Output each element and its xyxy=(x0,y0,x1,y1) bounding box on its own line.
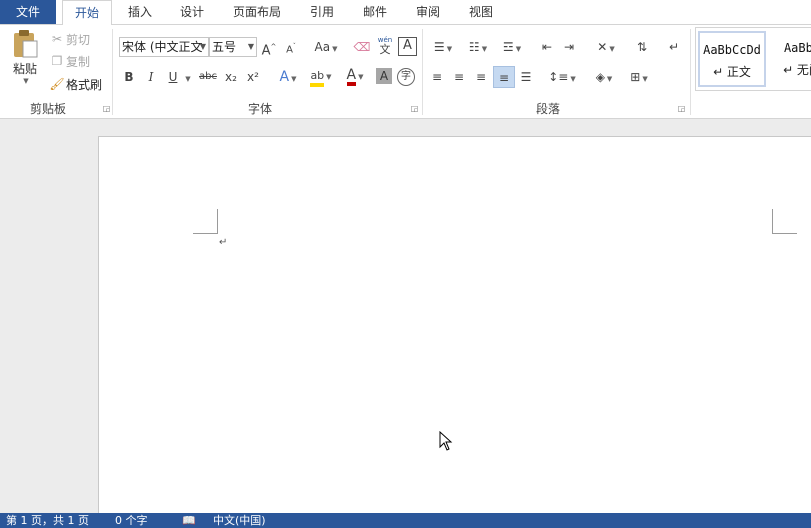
chinese-layout-icon[interactable]: ✕ ▼ xyxy=(590,37,622,57)
char-border-button[interactable]: A xyxy=(398,37,417,56)
paintbrush-icon: 🖌 xyxy=(49,77,65,91)
format-painter-button[interactable]: 🖌 格式刷 xyxy=(48,73,102,95)
style-normal[interactable]: AaBbCcDd ↵ 正文 xyxy=(698,31,766,87)
chevron-down-icon[interactable]: ▼ xyxy=(200,38,206,56)
phonetic-guide-button[interactable]: wén 文 xyxy=(375,35,395,59)
shrink-font-icon[interactable]: Aˇ xyxy=(282,37,300,57)
underline-button[interactable]: U xyxy=(165,67,181,87)
status-bar: 第 1 页，共 1 页 0 个字 📖 中文(中国) xyxy=(0,513,811,528)
paragraph-mark: ↵ xyxy=(219,237,228,248)
numbering-icon[interactable]: ☷ ▼ xyxy=(463,37,493,57)
page-count-status[interactable]: 第 1 页，共 1 页 xyxy=(6,513,89,528)
shading-icon[interactable]: ◈ ▼ xyxy=(588,67,620,87)
group-divider xyxy=(112,29,113,115)
bold-button[interactable]: B xyxy=(121,67,137,87)
superscript-button[interactable]: x² xyxy=(244,67,262,87)
phonetic-bottom: 文 xyxy=(379,43,391,56)
text-effects-icon[interactable]: A ▼ xyxy=(275,67,301,87)
change-case-button[interactable]: Aa ▼ xyxy=(310,37,342,57)
bullets-icon[interactable]: ☰ ▼ xyxy=(428,37,458,57)
clipboard-group-label: 剪贴板 xyxy=(29,102,66,116)
line-spacing-icon[interactable]: ↕≡ ▼ xyxy=(546,67,578,87)
mouse-pointer-icon xyxy=(439,431,453,451)
tab-page-layout[interactable]: 页面布局 xyxy=(222,0,292,24)
tab-review[interactable]: 审阅 xyxy=(406,0,450,24)
justify-icon[interactable]: ≡ xyxy=(493,66,515,88)
font-size-value: 五号 xyxy=(212,40,237,54)
clipboard-launcher-icon[interactable]: ◲ xyxy=(102,104,111,113)
highlight-color-button[interactable]: ab ▼ xyxy=(307,65,335,87)
grow-font-icon[interactable]: A^ xyxy=(260,37,278,58)
group-divider xyxy=(422,29,423,115)
tab-design[interactable]: 设计 xyxy=(170,0,214,24)
clear-format-icon[interactable]: ⌫ xyxy=(352,37,372,57)
tab-insert[interactable]: 插入 xyxy=(118,0,162,24)
paragraph-launcher-icon[interactable]: ◲ xyxy=(677,104,686,113)
paste-label: 粘贴 xyxy=(12,62,37,76)
cut-label: 剪切 xyxy=(66,32,91,47)
style-name: ↵ 正文 xyxy=(713,65,751,79)
increase-indent-icon[interactable]: ⇥ xyxy=(560,37,578,57)
change-case-label: Aa xyxy=(314,40,331,54)
align-right-icon[interactable]: ≡ xyxy=(472,67,490,87)
distributed-icon[interactable]: ☰ xyxy=(516,67,536,87)
font-launcher-icon[interactable]: ◲ xyxy=(410,104,419,113)
highlighter-icon: ab xyxy=(310,69,325,87)
strikethrough-button[interactable]: abc xyxy=(197,67,219,87)
underline-dropdown-icon[interactable]: ▼ xyxy=(183,67,191,87)
crop-mark-right xyxy=(772,209,797,234)
font-size-combo[interactable]: 五号 ▼ xyxy=(209,37,257,57)
font-name-value: 宋体 (中文正文 xyxy=(122,40,203,54)
document-page[interactable]: ↵ xyxy=(98,136,811,514)
paste-button[interactable]: 粘贴 ▼ xyxy=(6,29,44,95)
style-no-spacing[interactable]: AaBbC ↵ 无间 xyxy=(768,31,811,87)
scissors-icon: ✂ xyxy=(51,32,63,46)
crop-mark-left xyxy=(193,209,218,234)
cut-button[interactable]: ✂ 剪切 xyxy=(48,28,90,50)
copy-button[interactable]: ❐ 复制 xyxy=(48,50,90,72)
enclose-char-button[interactable]: 字 xyxy=(397,68,415,86)
format-painter-label: 格式刷 xyxy=(66,77,103,92)
sort-icon[interactable]: ⇅ xyxy=(632,37,652,57)
copy-label: 复制 xyxy=(66,54,91,69)
font-name-combo[interactable]: 宋体 (中文正文 ▼ xyxy=(119,37,209,57)
subscript-button[interactable]: x₂ xyxy=(222,67,240,87)
style-sample: AaBbC xyxy=(783,41,811,55)
borders-icon[interactable]: ⊞ ▼ xyxy=(623,67,655,87)
show-marks-icon[interactable]: ↵ xyxy=(666,37,682,57)
language-status[interactable]: 中文(中国) xyxy=(213,513,266,528)
decrease-indent-icon[interactable]: ⇤ xyxy=(538,37,556,57)
ribbon-home: 粘贴 ▼ ✂ 剪切 ❐ 复制 🖌 格式刷 剪贴板 ◲ 宋体 (中文正文 ▼ 五号… xyxy=(0,25,811,119)
tab-file[interactable]: 文件 xyxy=(0,0,56,24)
clipboard-icon xyxy=(14,30,38,58)
align-center-icon[interactable]: ≡ xyxy=(450,67,468,87)
paragraph-group-label: 段落 xyxy=(535,102,560,116)
proofing-icon[interactable]: 📖 xyxy=(182,513,196,528)
style-sample: AaBbCcDd xyxy=(703,43,761,57)
char-shading-icon[interactable]: A xyxy=(376,68,392,84)
multilevel-list-icon[interactable]: ☲ ▼ xyxy=(497,37,527,57)
paste-dropdown-icon[interactable]: ▼ xyxy=(23,77,28,85)
tab-home[interactable]: 开始 xyxy=(62,0,112,25)
tab-references[interactable]: 引用 xyxy=(300,0,344,24)
style-name: ↵ 无间 xyxy=(783,63,811,77)
font-group-label: 字体 xyxy=(247,102,272,116)
word-count-status[interactable]: 0 个字 xyxy=(115,513,148,528)
italic-button[interactable]: I xyxy=(143,67,159,87)
font-color-button[interactable]: A ▼ xyxy=(341,65,369,86)
group-divider xyxy=(690,29,691,115)
font-color-icon: A xyxy=(346,68,357,86)
tab-mailings[interactable]: 邮件 xyxy=(353,0,397,24)
chevron-down-icon[interactable]: ▼ xyxy=(248,38,254,56)
align-left-icon[interactable]: ≡ xyxy=(428,67,446,87)
document-area: ↵ xyxy=(0,119,811,514)
ribbon-tab-bar: 文件 开始 插入 设计 页面布局 引用 邮件 审阅 视图 xyxy=(0,0,811,25)
tab-view[interactable]: 视图 xyxy=(459,0,503,24)
copy-icon: ❐ xyxy=(51,54,63,68)
styles-gallery: AaBbCcDd ↵ 正文 AaBbC ↵ 无间 xyxy=(695,27,811,91)
